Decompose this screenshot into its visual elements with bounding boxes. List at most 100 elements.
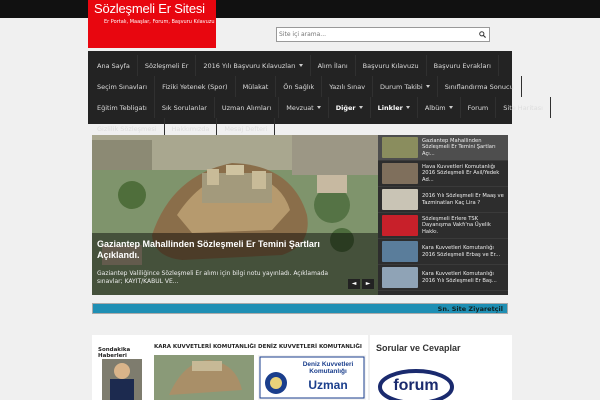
slide-list-text[interactable]: Gaziantep Mahallinden Sözleşmeli Er Temi… (422, 138, 506, 158)
nav-item[interactable]: Sözleşmeli Er (138, 55, 197, 76)
slide-list-text[interactable]: Kara Kuvvetleri Komutanlığı 2016 Yılı Sö… (422, 271, 506, 284)
nav-item-label: Sözleşmeli Er (144, 61, 189, 70)
slide-caption: Gaziantep Mahallinden Sözleşmeli Er Temi… (92, 233, 378, 295)
card-title[interactable]: DENİZ KUVVETLERİ KOMUTANLIĞI (258, 344, 362, 350)
breaking-news-image[interactable] (102, 359, 142, 400)
slide-list-item[interactable]: Kara Kuvvetleri Komutanlığı 2016 Yılı Sö… (378, 265, 508, 291)
nav-item-label: Başvuru Kılavuzu (362, 61, 419, 70)
nav-item-label: Hakkımızda (171, 124, 210, 133)
slide-list-text[interactable]: Kara Kuvvetleri Komutanlığı 2016 Sözleşm… (422, 245, 506, 258)
content-area: Sondakika Haberleri KARA KUVVETLERİ KOMU… (92, 335, 368, 400)
nav-row: Seçim Sınavları Fiziki Yetenek (Spor) Müla… (90, 76, 522, 97)
slide-prev-button[interactable]: ◄ (348, 279, 360, 289)
slide-list-item[interactable]: Sözleşmeli Erlere TSK Dayanışma Vakfı'na… (378, 213, 508, 239)
nav-item[interactable]: Albüm (418, 97, 461, 118)
nav-item-label: Ana Sayfa (97, 61, 130, 70)
nav-item-label: Site Haritası (503, 103, 543, 112)
nav-item-label: Durum Takibi (380, 82, 423, 91)
nav-item[interactable]: Başvuru Kılavuzu (356, 55, 427, 76)
nav-item-label: Mevzuat (286, 103, 314, 112)
nav-item[interactable]: Site Haritası (496, 97, 551, 118)
nav-item-label: Forum (467, 103, 489, 112)
slide-thumbnail[interactable] (382, 137, 418, 158)
nav-item[interactable]: Eğitim Tebligatı (90, 97, 155, 118)
search-icon[interactable] (479, 31, 486, 38)
forum-image-label: forum (393, 377, 439, 394)
nav-item-label: Albüm (424, 103, 446, 112)
slide-thumbnail[interactable] (382, 267, 418, 288)
nav-item-label: Linkler (377, 103, 403, 112)
nav-item-label: Mesaj Defteri (224, 124, 268, 133)
slide-list-item[interactable]: Kara Kuvvetleri Komutanlığı 2016 Sözleşm… (378, 239, 508, 265)
card-image-line1: Deniz Kuvvetleri Komutanlığı (302, 361, 354, 375)
qa-title: Sorular ve Cevaplar (376, 343, 461, 353)
nav-item[interactable]: Ön Sağlık (276, 76, 323, 97)
nav-item-label: 2016 Yılı Başvuru Kılavuzları (203, 61, 296, 70)
nav-item-label: Eğitim Tebligatı (97, 103, 147, 112)
news-card-deniz[interactable]: DENİZ KUVVETLERİ KOMUTANLIĞI Deniz Kuvve… (258, 335, 366, 400)
nav-item[interactable]: Linkler (371, 97, 418, 118)
chevron-down-icon (316, 106, 321, 109)
card-image[interactable] (154, 355, 254, 400)
nav-item[interactable]: Alım İlanı (311, 55, 356, 76)
slide-thumbnail[interactable] (382, 189, 418, 210)
chevron-down-icon (425, 85, 430, 88)
slide-list-text[interactable]: Sözleşmeli Erlere TSK Dayanışma Vakfı'na… (422, 216, 506, 236)
nav-item[interactable]: Başvuru Evrakları (427, 55, 499, 76)
breaking-news-title: Sondakika Haberleri (98, 347, 131, 359)
nav-item-label: Sık Sorulanlar (161, 103, 207, 112)
nav-item-label: Ön Sağlık (283, 82, 315, 91)
nav-item[interactable]: Yazılı Sınav (322, 76, 374, 97)
chevron-down-icon (298, 64, 303, 67)
nav-item-label: Diğer (335, 103, 356, 112)
slide-title[interactable]: Gaziantep Mahallinden Sözleşmeli Er Temi… (97, 239, 347, 261)
slide-list-text[interactable]: Hava Kuvvetleri Komutanlığı 2016 Sözleşm… (422, 164, 506, 184)
nav-item[interactable]: Ana Sayfa (90, 55, 138, 76)
nav-item[interactable]: Seçim Sınavları (90, 76, 156, 97)
card-title[interactable]: KARA KUVVETLERİ KOMUTANLIĞI (154, 344, 256, 350)
nav-item-label: Alım İlanı (317, 61, 348, 70)
nav-item[interactable]: Diğer (329, 97, 371, 118)
site-title[interactable]: Sözleşmeli Er Sitesi (94, 2, 216, 15)
nav-item-label: Sınıflandırma Sonucu (444, 82, 514, 91)
nav-item[interactable]: Sınıflandırma Sonucu (438, 76, 522, 97)
slide-main[interactable]: Gaziantep Mahallinden Sözleşmeli Er Temi… (92, 135, 378, 295)
slide-thumbnail[interactable] (382, 215, 418, 236)
site-logo[interactable]: Sözleşmeli Er Sitesi Er Portalı, Maaşlar… (88, 0, 216, 48)
chevron-down-icon (405, 106, 410, 109)
main-navigation: Ana Sayfa Sözleşmeli Er 2016 Yılı Başvuru … (88, 51, 551, 139)
nav-item[interactable]: 2016 Yılı Başvuru Kılavuzları (196, 55, 311, 76)
nav-item-label: Gizlilik Sözleşmesi (97, 124, 157, 133)
nav-item[interactable]: Forum (461, 97, 497, 118)
slide-thumbnail[interactable] (382, 241, 418, 262)
nav-item[interactable]: Fiziki Yetenek (Spor) (155, 76, 236, 97)
search-box[interactable] (276, 27, 490, 42)
nav-row: Eğitim Tebligatı Sık Sorulanlar Uzman Alım… (90, 97, 551, 118)
slide-list: Gaziantep Mahallinden Sözleşmeli Er Temi… (378, 135, 508, 295)
slide-list-item[interactable]: Hava Kuvvetleri Komutanlığı 2016 Sözleşm… (378, 161, 508, 187)
card-image-line2: Uzman (308, 378, 348, 392)
news-card-kara[interactable]: KARA KUVVETLERİ KOMUTANLIĞI (154, 335, 256, 400)
featured-slider: Gaziantep Mahallinden Sözleşmeli Er Temi… (92, 135, 508, 295)
qa-widget: Sorular ve Cevaplar forum (370, 335, 512, 400)
nav-item-label: Mülakat (242, 82, 269, 91)
search-input[interactable] (277, 28, 473, 41)
slide-list-item[interactable]: 2016 Yılı Sözleşmeli Er Maaş ve Tazminat… (378, 187, 508, 213)
nav-item[interactable]: Mülakat (236, 76, 277, 97)
site-tagline: Er Portalı, Maaşlar, Forum, Başvuru Kıla… (104, 19, 215, 25)
slide-list-text[interactable]: 2016 Yılı Sözleşmeli Er Maaş ve Tazminat… (422, 193, 506, 206)
nav-item[interactable]: Uzman Alımları (215, 97, 280, 118)
slide-next-button[interactable]: ► (362, 279, 374, 289)
nav-row: Ana Sayfa Sözleşmeli Er 2016 Yılı Başvuru … (90, 55, 510, 76)
nav-item[interactable]: Mevzuat (279, 97, 329, 118)
news-ticker: Sn. Site Ziyaretçil (92, 303, 508, 314)
breaking-news-box: Sondakika Haberleri (92, 335, 152, 400)
nav-item[interactable]: Sık Sorulanlar (155, 97, 215, 118)
slide-thumbnail[interactable] (382, 163, 418, 184)
slide-description: Gaziantep Valiliğince Sözleşmeli Er alım… (97, 270, 329, 285)
slide-list-item[interactable]: Gaziantep Mahallinden Sözleşmeli Er Temi… (378, 135, 508, 161)
ticker-text[interactable]: Sn. Site Ziyaretçil (438, 305, 503, 313)
nav-item[interactable]: Durum Takibi (373, 76, 438, 97)
nav-item-label: Seçim Sınavları (97, 82, 148, 91)
nav-item-label: Fiziki Yetenek (Spor) (162, 82, 228, 91)
